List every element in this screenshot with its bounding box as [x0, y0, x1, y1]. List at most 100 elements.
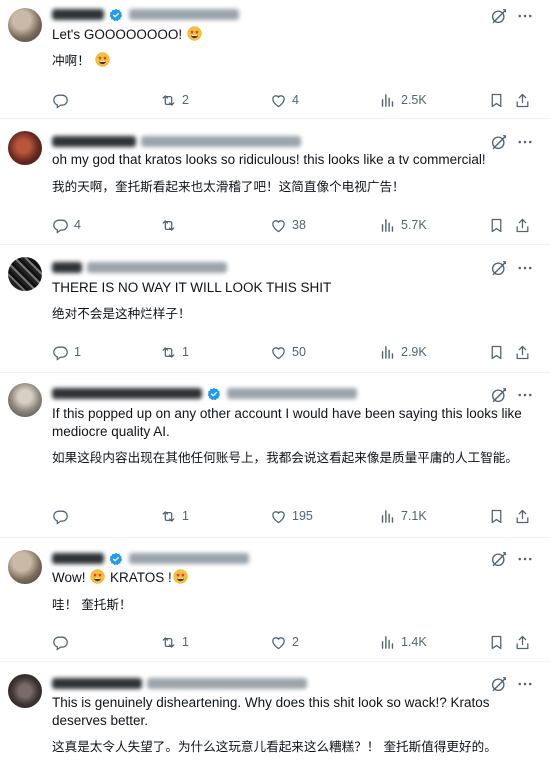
repost-button[interactable]: 1 [160, 507, 189, 525]
view-count: 2.5K [401, 93, 427, 107]
reply-translation: 我的天啊，奎托斯看起来也太滑稽了吧！这简直像个电视广告！ [52, 179, 405, 194]
bookmark-icon [488, 92, 505, 109]
bookmark-button[interactable] [488, 91, 505, 109]
share-button[interactable] [514, 216, 531, 234]
like-count: 195 [292, 509, 313, 523]
avatar[interactable] [8, 550, 42, 584]
reply-button[interactable]: 1 [52, 343, 81, 361]
avatar[interactable] [8, 131, 42, 165]
repost-button[interactable]: 1 [160, 633, 189, 651]
more-icon[interactable] [516, 386, 534, 404]
reply-text-en: Let's GOOOOOOOO! [52, 27, 186, 42]
views-button[interactable]: 2.5K [379, 91, 427, 109]
reply-item[interactable]: Let's GOOOOOOOO! 冲啊！ 2 4 2.5K [0, 0, 550, 119]
views-button[interactable]: 2.9K [379, 343, 427, 361]
avatar[interactable] [8, 674, 42, 708]
reply-button[interactable] [52, 507, 74, 525]
bookmark-button[interactable] [488, 507, 505, 525]
views-icon [379, 344, 396, 361]
views-button[interactable]: 7.1K [379, 507, 427, 525]
reply-text: This is genuinely disheartening. Why doe… [52, 695, 490, 728]
reply-button[interactable] [52, 91, 74, 109]
reply-header [52, 675, 498, 690]
more-icon[interactable] [516, 7, 534, 25]
reply-button[interactable]: 4 [52, 216, 81, 234]
blurred-display-name [52, 678, 142, 690]
bookmark-icon [488, 344, 505, 361]
repost-count: 1 [182, 509, 189, 523]
views-icon [379, 217, 396, 234]
views-icon [379, 508, 396, 525]
views-icon [379, 92, 396, 109]
grok-icon[interactable] [490, 550, 508, 568]
like-button[interactable]: 195 [270, 507, 313, 525]
like-button[interactable]: 38 [270, 216, 306, 234]
reply-item[interactable]: Wow! KRATOS ! 哇！ 奎托斯！ 1 2 1.4K [0, 538, 550, 662]
like-button[interactable]: 2 [270, 633, 299, 651]
reply-icon [52, 634, 69, 651]
like-icon [270, 508, 287, 525]
blurred-handle [129, 9, 239, 21]
repost-button[interactable]: 1 [160, 343, 189, 361]
reply-item[interactable]: THERE IS NO WAY IT WILL LOOK THIS SHIT 绝… [0, 245, 550, 373]
more-icon[interactable] [516, 550, 534, 568]
like-button[interactable]: 50 [270, 343, 306, 361]
reply-item[interactable]: oh my god that kratos looks so ridiculou… [0, 119, 550, 245]
repost-button[interactable]: 2 [160, 91, 189, 109]
reply-text: Wow! KRATOS ! [52, 569, 532, 587]
avatar[interactable] [8, 257, 42, 291]
reply-translation: 冲啊！ [52, 52, 532, 70]
reply-button[interactable] [52, 633, 74, 651]
views-icon [379, 634, 396, 651]
like-icon [270, 634, 287, 651]
blurred-display-name [52, 262, 82, 274]
grok-icon[interactable] [490, 133, 508, 151]
reply-text: If this popped up on any other account I… [52, 406, 522, 439]
avatar[interactable] [8, 383, 42, 417]
star-struck-emoji [95, 52, 110, 67]
views-button[interactable]: 1.4K [379, 633, 427, 651]
reply-translation: 绝对不会是这种烂样子！ [52, 306, 191, 321]
reply-item[interactable]: If this popped up on any other account I… [0, 373, 550, 538]
share-button[interactable] [514, 633, 531, 651]
repost-icon [160, 217, 177, 234]
reply-count: 4 [74, 218, 81, 232]
repost-button[interactable] [160, 216, 182, 234]
share-button[interactable] [514, 507, 531, 525]
bookmark-button[interactable] [488, 343, 505, 361]
share-button[interactable] [514, 343, 531, 361]
bookmark-button[interactable] [488, 633, 505, 651]
reply-translation: 哇！ 奎托斯！ [52, 597, 132, 612]
bookmark-icon [488, 508, 505, 525]
grok-icon[interactable] [490, 675, 508, 693]
reply-header [52, 259, 498, 274]
reply-icon [52, 508, 69, 525]
more-icon[interactable] [516, 133, 534, 151]
avatar[interactable] [8, 8, 42, 42]
more-icon[interactable] [516, 259, 534, 277]
grok-icon[interactable] [490, 7, 508, 25]
more-icon[interactable] [516, 675, 534, 693]
blurred-display-name [52, 9, 104, 21]
blurred-handle [141, 136, 301, 148]
blurred-display-name [52, 553, 104, 565]
share-button[interactable] [514, 91, 531, 109]
reply-icon [52, 92, 69, 109]
reply-text: THERE IS NO WAY IT WILL LOOK THIS SHIT [52, 280, 332, 295]
action-bar: 2 4 2.5K [52, 91, 532, 109]
repost-icon [160, 508, 177, 525]
star-struck-emoji [173, 569, 188, 584]
reply-text: oh my god that kratos looks so ridiculou… [52, 152, 486, 167]
share-icon [514, 634, 531, 651]
blurred-display-name [52, 136, 136, 148]
reply-count: 1 [74, 345, 81, 359]
views-button[interactable]: 5.7K [379, 216, 427, 234]
star-struck-emoji [187, 26, 202, 41]
reply-icon [52, 344, 69, 361]
grok-icon[interactable] [490, 259, 508, 277]
repost-icon [160, 634, 177, 651]
like-button[interactable]: 4 [270, 91, 299, 109]
grok-icon[interactable] [490, 386, 508, 404]
reply-item[interactable]: This is genuinely disheartening. Why doe… [0, 662, 550, 775]
bookmark-button[interactable] [488, 216, 505, 234]
